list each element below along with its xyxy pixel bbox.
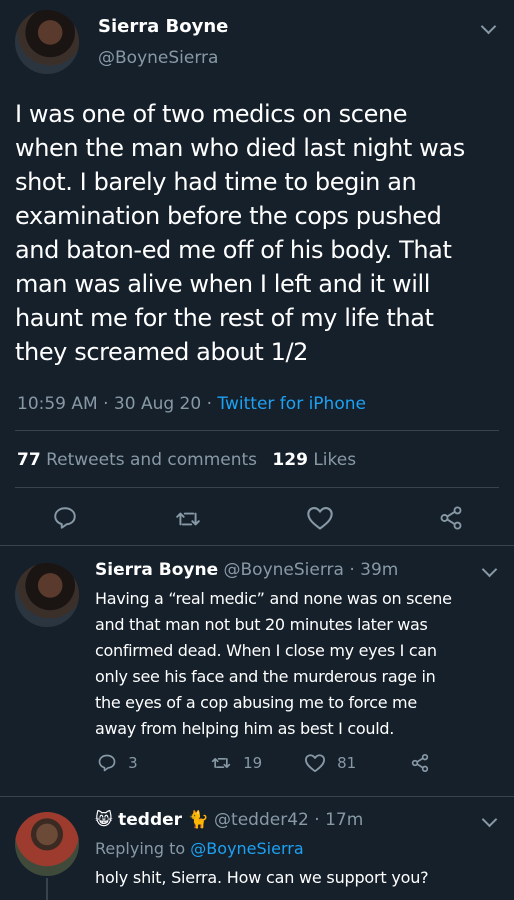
meta-separator: · [349,560,355,580]
retweet-count: 77 [17,450,41,470]
reply-1-text: Having a “real medic” and none was on sc… [95,586,452,742]
tweet-text-line: I was one of two medics on scene [15,100,408,128]
reply-1-reply-count: 3 [128,753,138,772]
meta-separator: · [206,394,213,414]
avatar-main[interactable] [15,10,79,74]
tweet-text-line: examination before the cops pushed [15,202,442,230]
chevron-down-icon[interactable] [481,811,498,828]
divider [0,796,514,797]
tweet-text-line: shot. I barely had time to begin an [15,168,417,196]
tweet-meta: 10:59 AM · 30 Aug 20 · Twitter for iPhon… [17,394,366,414]
divider [0,545,514,546]
reply-1-text-line: away from helping him as best I could. [95,719,394,738]
replying-to-handle[interactable]: @BoyneSierra [190,839,303,858]
reply-1-text-line: only see his face and the murderous rage… [95,667,436,686]
tweet-text-line: haunt me for the rest of my life that [15,304,434,332]
likes-stat[interactable]: 129 Likes [272,450,356,470]
like-icon[interactable] [306,505,334,531]
reply-1-header: Sierra Boyne @BoyneSierra · 39m [95,560,398,580]
tweet-date[interactable]: 30 Aug 20 [114,394,201,414]
reply-1-age[interactable]: 39m [360,560,398,580]
reply-1-reply-action[interactable]: 3 [97,752,138,774]
retweet-icon [211,757,231,768]
thread-line [46,878,48,900]
avatar-reply-1[interactable] [15,563,79,627]
author-name[interactable]: Sierra Boyne [98,16,228,37]
reply-1-retweet-count: 19 [243,753,263,772]
meta-separator: · [314,810,320,830]
reply-2-header: 😸 tedder 🐈 @tedder42 · 17m [95,810,363,830]
chevron-down-icon[interactable] [480,18,497,35]
reply-2-handle[interactable]: @tedder42 [214,810,309,830]
tweet-time[interactable]: 10:59 AM [17,394,98,414]
tweet-text-line: man was alive when I left and it will [15,270,431,298]
tweet-text-line: and baton-ed me off of his body. That [15,236,452,264]
reply-1-retweet-action[interactable]: 19 [210,752,262,774]
meta-separator: · [103,394,109,414]
tweet-text-line: they screamed about 1/2 [15,338,309,366]
tweet-text-line: when the man who died last night was [15,134,465,162]
reply-1-like-count: 81 [337,753,357,772]
reply-2-age[interactable]: 17m [325,810,363,830]
retweet-icon[interactable] [175,506,201,532]
chevron-down-icon[interactable] [481,561,498,578]
replying-to: Replying to @BoyneSierra [95,839,304,858]
reply-2-emoji-right: 🐈 [187,810,209,830]
divider [15,430,499,431]
reply-1-text-line: and that man not but 20 minutes later wa… [95,615,428,634]
tweet-text: I was one of two medics on scene when th… [15,97,510,369]
engagement-stats: 77 Retweets and comments 129 Likes [17,450,356,470]
avatar-reply-2[interactable] [15,812,79,876]
retweet-label: Retweets and comments [46,450,258,470]
reply-2-author-name[interactable]: tedder [118,810,182,830]
reply-1-like-action[interactable]: 81 [304,752,356,774]
reply-1-author-name[interactable]: Sierra Boyne [95,560,218,580]
retweets-stat[interactable]: 77 Retweets and comments [17,450,257,470]
author-handle[interactable]: @BoyneSierra [98,48,218,68]
reply-2-text: holy shit, Sierra. How can we support yo… [95,868,429,887]
reply-1-text-line: Having a “real medic” and none was on sc… [95,589,452,608]
like-count: 129 [272,450,308,470]
reply-1-handle[interactable]: @BoyneSierra [224,560,344,580]
tweet-source[interactable]: Twitter for iPhone [217,394,366,414]
reply-icon[interactable] [52,505,78,531]
like-label: Likes [313,450,357,470]
share-icon[interactable] [438,505,464,531]
replying-prefix: Replying to [95,839,186,858]
reply-1-text-line: confirmed dead. When I close my eyes I c… [95,641,437,660]
reply-1-text-line: the eyes of a cop abusing me to force me [95,693,417,712]
reply-2-emoji-left: 😸 [95,810,113,830]
reply-icon [98,754,116,771]
divider [15,487,499,488]
like-icon [304,753,325,772]
share-icon[interactable] [410,753,430,773]
